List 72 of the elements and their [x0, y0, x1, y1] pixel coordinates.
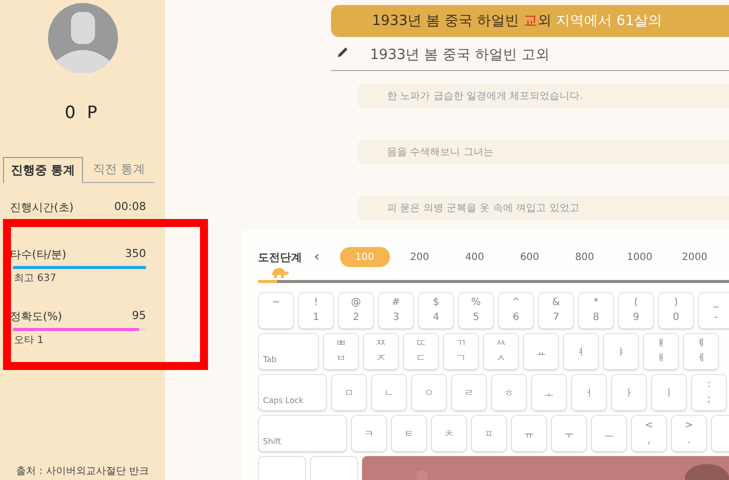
keyboard-key[interactable]: ㅃ ㅂ	[323, 333, 359, 370]
keyboard-key[interactable]: ㅣ	[651, 374, 687, 411]
keyboard-key[interactable]: : ;	[691, 374, 727, 411]
stat-note: 오타 1	[14, 334, 45, 347]
keyboard-key[interactable]: ㅑ	[603, 333, 639, 370]
level-option[interactable]: 2000	[670, 247, 720, 267]
keyboard-key[interactable]: ㄴ	[371, 374, 407, 411]
stat-label: 정확도(%)	[10, 309, 62, 324]
keyboard-key[interactable]: ! 1	[298, 292, 334, 329]
keyboard-key[interactable]: ㅖ ㅔ	[683, 333, 719, 370]
avatar-icon	[48, 3, 118, 73]
keyboard-key[interactable]: ㅡ	[591, 415, 627, 452]
stat-value: 95	[132, 309, 146, 324]
keyboard-key[interactable]: % 5	[458, 292, 494, 329]
typing-input[interactable]: 1933년 봄 중국 하얼빈 고외	[370, 47, 729, 63]
keyboard-key[interactable]: Shift	[258, 415, 347, 452]
keyboard-key[interactable]: < ,	[631, 415, 667, 452]
keyboard-key[interactable]: ㅗ	[531, 374, 567, 411]
keyboard-key[interactable]: ㅋ	[351, 415, 387, 452]
keyboard-key[interactable]: Tab	[258, 333, 319, 370]
keyboard-key[interactable]: ㅁ	[331, 374, 367, 411]
points-text: 0 P	[64, 103, 100, 123]
keyboard-key[interactable]: ㅊ	[431, 415, 467, 452]
keyboard-key[interactable]: ㄹ	[451, 374, 487, 411]
stat-label: 타수(타/분)	[10, 247, 66, 262]
keyboard-key[interactable]: ~	[258, 292, 294, 329]
stat-value: 00:08	[114, 200, 146, 215]
level-option[interactable]: 1000	[614, 247, 665, 267]
level-option[interactable]: 800	[560, 247, 610, 267]
stat-note: 최고 637	[14, 272, 58, 285]
keyboard-key[interactable]: ㅜ	[551, 415, 587, 452]
stat-label: 진행시간(초)	[10, 200, 74, 215]
turtle-icon	[269, 267, 289, 279]
keyboard-key[interactable]: * 8	[578, 292, 614, 329]
keyboard-key[interactable]: @ 2	[338, 292, 374, 329]
level-option[interactable]: 200	[394, 247, 445, 267]
stat-value: 350	[125, 247, 146, 262]
keyboard-key[interactable]: ㅠ	[511, 415, 547, 452]
keyboard-key[interactable]: ㅇ	[411, 374, 447, 411]
keyboard-key[interactable]: ㄲ ㄱ	[443, 333, 479, 370]
keyboard-key[interactable]: ㅎ	[491, 374, 527, 411]
source-text: 출처 : 사이버외교사절단 반크	[16, 465, 149, 479]
next-sentence: 한 노파가 급습한 일경에게 체포되었습니다.	[357, 84, 729, 108]
keyboard-key[interactable]: ㅆ ㅅ	[483, 333, 519, 370]
next-sentence: 몸을 수색해보니 그녀는	[357, 140, 729, 164]
target-sentence: 1933년 봄 중국 하얼빈 교외 지역에서 61살의	[331, 5, 729, 37]
keyboard-key[interactable]: ㅍ	[471, 415, 507, 452]
stats-tab[interactable]: 직전 통계	[83, 157, 155, 183]
keyboard-key[interactable]: _ -	[698, 292, 729, 329]
keyboard-key[interactable]: Caps Lock	[258, 374, 327, 411]
keyboard-key[interactable]: ㄸ ㄷ	[403, 333, 439, 370]
challenge-label: 도전단계	[258, 250, 302, 264]
keyboard-key[interactable]: ㅌ	[391, 415, 427, 452]
keyboard-key[interactable]: ㅉ ㅈ	[363, 333, 399, 370]
keyboard-key[interactable]: ) 0	[658, 292, 694, 329]
keyboard-key[interactable]: ㅒ ㅐ	[643, 333, 679, 370]
keyboard-key[interactable]: ㅏ	[611, 374, 647, 411]
keyboard-key[interactable]: ㅛ	[523, 333, 559, 370]
keyboard-key[interactable]: ㅓ	[571, 374, 607, 411]
keyboard-key[interactable]: > .	[671, 415, 707, 452]
stats-tab[interactable]: 진행중 통계	[3, 157, 84, 183]
keyboard-key[interactable]: $ 4	[418, 292, 454, 329]
keyboard-key[interactable]: ^ 6	[498, 292, 534, 329]
next-sentence: 피 묻은 의병 군복을 옷 속에 껴입고 있었고	[357, 196, 729, 220]
keyboard-key[interactable]: # 3	[378, 292, 414, 329]
pencil-icon	[337, 46, 349, 58]
keyboard-key[interactable]: ( 9	[618, 292, 654, 329]
keyboard-key[interactable]: ㅕ	[563, 333, 599, 370]
level-option[interactable]: 400	[450, 247, 500, 267]
previous-button[interactable]: ‹	[314, 249, 320, 265]
level-option[interactable]: 600	[504, 247, 555, 267]
keyboard-key[interactable]: & 7	[538, 292, 574, 329]
